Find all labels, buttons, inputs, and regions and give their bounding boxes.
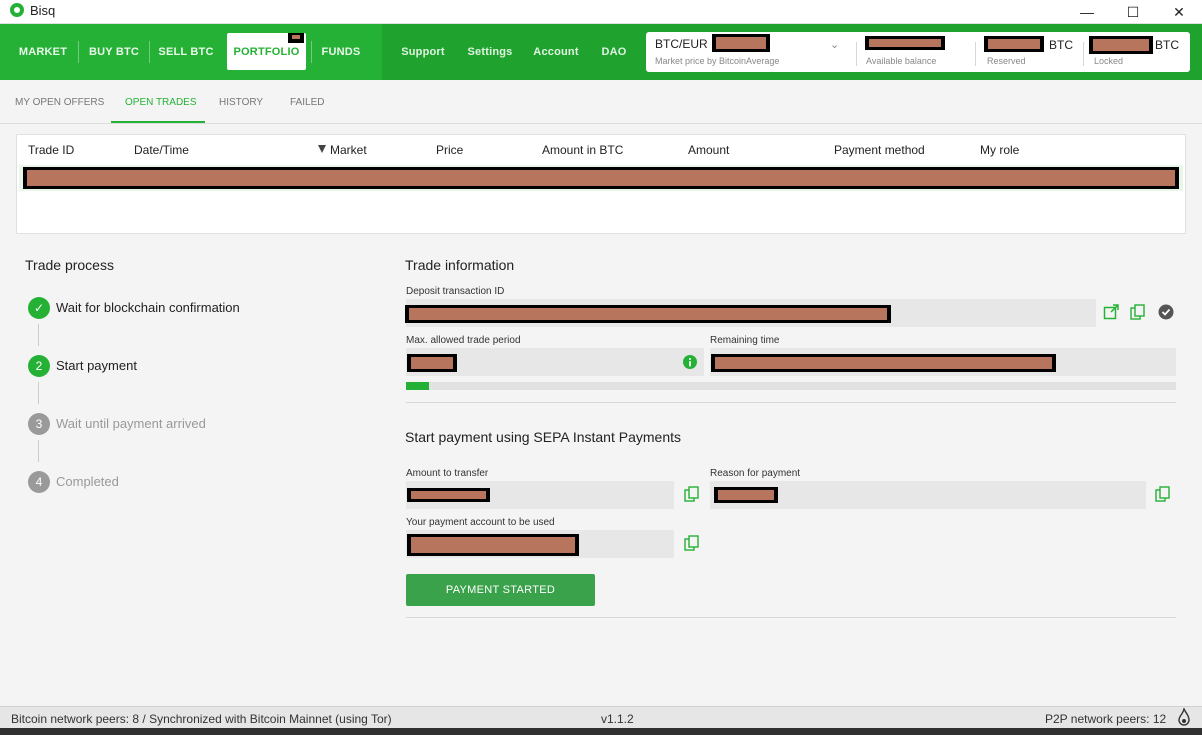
- step-connector: [38, 440, 39, 462]
- locked-label: Locked: [1094, 56, 1124, 66]
- deposit-tx-redaction: [405, 305, 891, 323]
- bitcoin-network-status: Bitcoin network peers: 8 / Synchronized …: [11, 712, 392, 726]
- trade-period-progress: [406, 382, 1176, 390]
- p2p-network-status: P2P network peers: 12: [1045, 712, 1167, 726]
- tab-my-open-offers[interactable]: MY OPEN OFFERS: [15, 97, 104, 108]
- balance-panel: BTC/EUR ⌄ Market price by BitcoinAverage…: [646, 32, 1190, 72]
- maximize-button[interactable]: ☐: [1110, 0, 1156, 24]
- balance-divider: [856, 42, 857, 66]
- available-balance-redaction: [865, 36, 945, 50]
- balance-divider: [1083, 42, 1084, 66]
- tab-history[interactable]: HISTORY: [219, 97, 263, 108]
- nav-settings[interactable]: Settings: [464, 24, 516, 80]
- column-header-amount-btc[interactable]: Amount in BTC: [542, 143, 623, 157]
- locked-balance-redaction: [1089, 36, 1153, 54]
- column-header-price[interactable]: Price: [436, 143, 463, 157]
- nav-buy-btc[interactable]: BUY BTC: [84, 24, 144, 80]
- close-button[interactable]: ✕: [1156, 0, 1202, 24]
- step-connector: [38, 324, 39, 346]
- nav-sell-btc[interactable]: SELL BTC: [155, 24, 217, 80]
- column-header-my-role[interactable]: My role: [980, 143, 1019, 157]
- reserved-unit: BTC: [1049, 38, 1073, 52]
- column-header-trade-id[interactable]: Trade ID: [28, 143, 74, 157]
- payment-account-redaction: [407, 534, 579, 556]
- max-period-label: Max. allowed trade period: [406, 335, 521, 346]
- max-period-redaction: [407, 354, 457, 372]
- nav-support[interactable]: Support: [398, 24, 448, 80]
- status-bar: Bitcoin network peers: 8 / Synchronized …: [0, 706, 1202, 728]
- payment-account-label: Your payment account to be used: [406, 517, 555, 528]
- section-divider: [406, 402, 1176, 403]
- copy-icon[interactable]: [1155, 486, 1171, 502]
- nav-divider: [311, 41, 312, 63]
- copy-icon[interactable]: [684, 535, 700, 551]
- balance-divider: [975, 42, 976, 66]
- remaining-time-label: Remaining time: [710, 335, 780, 346]
- portfolio-badge: [288, 33, 304, 43]
- table-row-redaction: [23, 167, 1179, 189]
- locked-unit: BTC: [1155, 38, 1179, 52]
- nav-funds[interactable]: FUNDS: [317, 24, 365, 80]
- confirmed-check-icon: [1158, 304, 1174, 320]
- external-link-icon[interactable]: [1103, 304, 1119, 320]
- section-divider: [406, 617, 1176, 618]
- tab-failed[interactable]: FAILED: [290, 97, 324, 108]
- remaining-time-redaction: [711, 354, 1056, 372]
- nav-dao[interactable]: DAO: [598, 24, 630, 80]
- column-header-payment-method[interactable]: Payment method: [834, 143, 925, 157]
- step-label-start-payment: Start payment: [56, 358, 137, 373]
- reason-for-payment-label: Reason for payment: [710, 468, 801, 479]
- step-label-blockchain: Wait for blockchain confirmation: [56, 300, 240, 315]
- nav-account[interactable]: Account: [531, 24, 581, 80]
- portfolio-subtabs: MY OPEN OFFERS OPEN TRADES HISTORY FAILE…: [0, 80, 1202, 124]
- tab-open-trades[interactable]: OPEN TRADES: [125, 97, 197, 108]
- active-tab-indicator: [111, 121, 205, 123]
- column-header-market[interactable]: Market: [330, 143, 367, 157]
- step-label-wait-payment: Wait until payment arrived: [56, 416, 206, 431]
- app-title: Bisq: [30, 3, 56, 18]
- market-selector[interactable]: BTC/EUR: [655, 37, 708, 51]
- column-header-date-time[interactable]: Date/Time: [134, 143, 189, 157]
- copy-icon[interactable]: [1130, 304, 1146, 320]
- column-header-amount[interactable]: Amount: [688, 143, 729, 157]
- nav-market[interactable]: MARKET: [14, 24, 72, 80]
- amount-redaction: [407, 488, 490, 502]
- nav-divider: [78, 41, 79, 63]
- app-version: v1.1.2: [601, 712, 634, 726]
- market-price-redaction: [712, 34, 770, 52]
- step-done-check-icon: ✓: [28, 297, 50, 319]
- payment-started-button[interactable]: PAYMENT STARTED: [406, 574, 595, 606]
- start-payment-title: Start payment using SEPA Instant Payment…: [405, 429, 681, 445]
- chevron-down-icon[interactable]: ⌄: [830, 38, 839, 51]
- sort-descending-icon: [318, 145, 326, 153]
- trade-process-title: Trade process: [25, 257, 114, 273]
- reserved-balance-redaction: [984, 36, 1044, 52]
- step-number-3: 3: [28, 413, 50, 435]
- trade-period-progress-fill: [406, 382, 430, 390]
- step-label-completed: Completed: [56, 474, 119, 489]
- step-number-2: 2: [28, 355, 50, 377]
- step-connector: [38, 382, 39, 404]
- copy-icon[interactable]: [684, 486, 700, 502]
- trade-information-title: Trade information: [405, 257, 515, 273]
- minimize-button[interactable]: —: [1064, 0, 1110, 24]
- reason-redaction: [714, 487, 778, 503]
- open-trades-table: Trade ID Date/Time Market Price Amount i…: [16, 134, 1186, 234]
- deposit-tx-label: Deposit transaction ID: [406, 286, 505, 297]
- info-icon[interactable]: [683, 355, 697, 369]
- title-bar: Bisq — ☐ ✕: [0, 0, 1202, 24]
- taskbar-strip: [0, 728, 1202, 735]
- nav-divider: [149, 41, 150, 63]
- step-number-4: 4: [28, 471, 50, 493]
- bisq-logo-icon: [10, 3, 24, 17]
- reserved-label: Reserved: [987, 56, 1026, 66]
- tor-onion-icon: [1178, 708, 1190, 726]
- amount-to-transfer-label: Amount to transfer: [406, 468, 489, 479]
- available-balance-label: Available balance: [866, 56, 937, 66]
- market-price-source: Market price by BitcoinAverage: [655, 56, 780, 66]
